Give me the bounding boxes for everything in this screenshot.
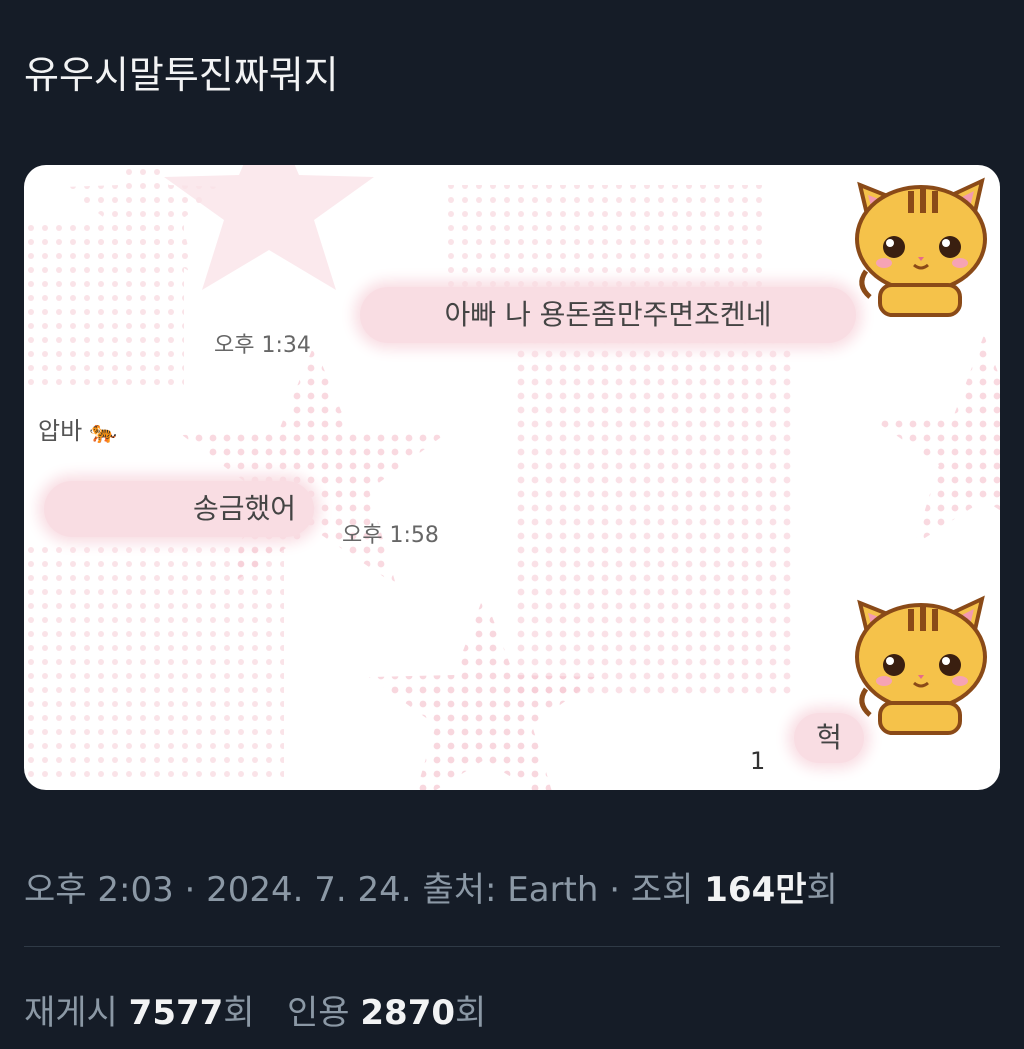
tweet-stats: 재게시 7577회 인용 2870회 [24,985,486,1034]
message-text: 송금했어 [192,492,296,525]
tweet-time[interactable]: 오후 2:03 [24,870,174,910]
unread-count: 1 [750,747,766,775]
cat-emoticon-icon [855,595,987,735]
source-label: 출처: [422,870,497,910]
message-bubble-incoming: 송금했어 [44,481,314,537]
cat-emoticon-icon [855,177,987,317]
reposts-stat[interactable]: 재게시 7577회 [24,993,265,1033]
message-timestamp: 오후 1:34 [214,333,311,358]
quotes-stat[interactable]: 인용 2870회 [287,993,486,1033]
reposts-count: 7577 [128,993,224,1033]
tweet-date[interactable]: 2024. 7. 24. [206,870,411,910]
message-timestamp: 오후 1:58 [342,523,439,548]
message-text: 아빠 나 용돈좀만주면조켄네 [444,298,772,331]
tweet-image[interactable]: 아빠 나 용돈좀만주면조켄네 오후 1:34 압바 🐅 송금했어 오후 1:58… [24,165,1000,790]
quotes-count: 2870 [360,993,456,1033]
message-text: 헉 [816,721,842,754]
tweet-metadata: 오후 2:03 · 2024. 7. 24. 출처: Earth · 조회 16… [24,870,838,910]
sender-name: 압바 🐅 [38,417,118,445]
reposts-unit: 회 [223,993,255,1033]
message-bubble-outgoing: 아빠 나 용돈좀만주면조켄네 [360,287,856,343]
tweet-text: 유우시말투진짜뭐지 [24,53,339,97]
tiger-emoji: 🐅 [89,420,118,445]
reposts-label: 재게시 [24,993,118,1033]
views-label: 조회 [630,870,694,910]
quotes-unit: 회 [455,993,487,1033]
source-name: Earth [507,870,599,910]
views-unit: 회 [806,870,838,910]
views-count[interactable]: 164만 [704,870,806,910]
divider [24,946,1000,947]
quotes-label: 인용 [287,993,350,1033]
